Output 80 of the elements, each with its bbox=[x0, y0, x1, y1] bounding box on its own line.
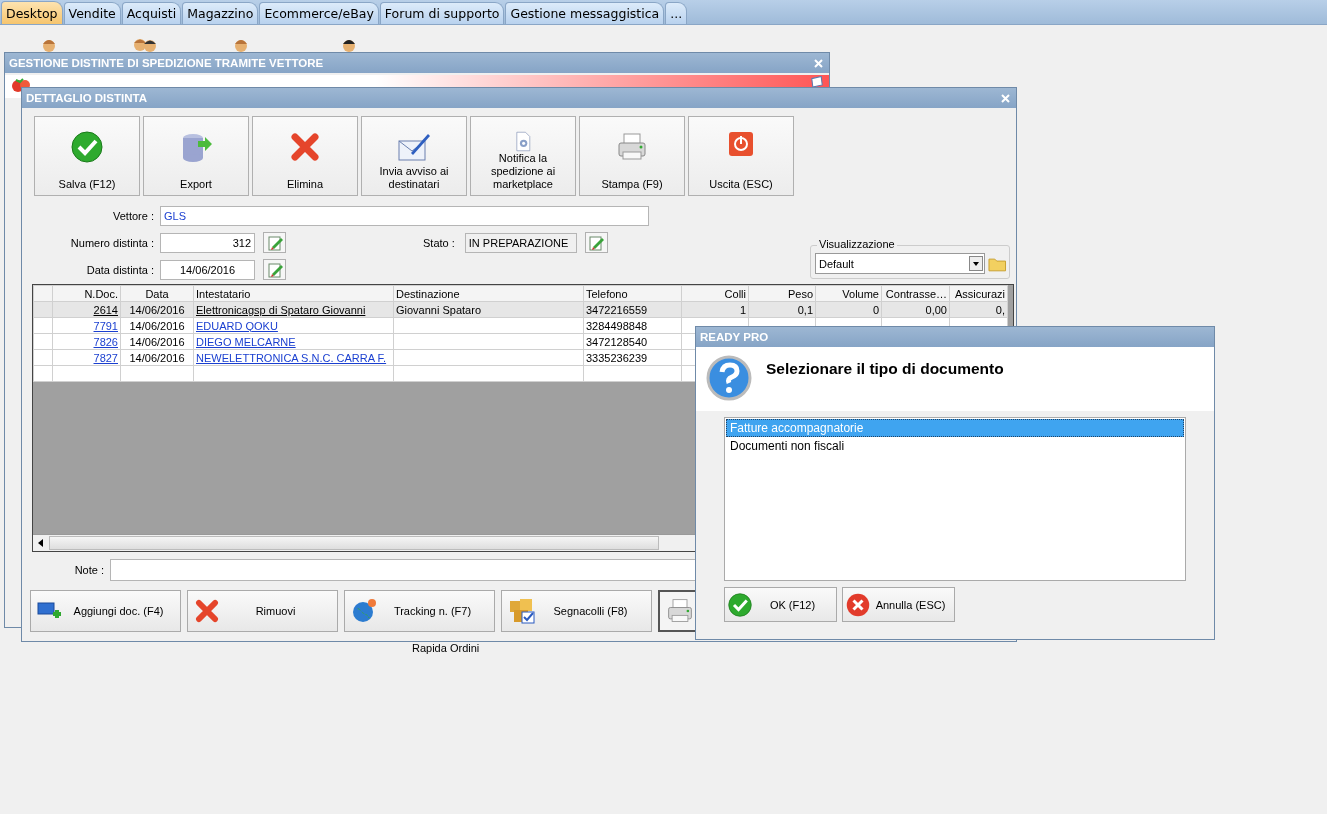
edit-button[interactable] bbox=[263, 232, 286, 253]
group-label: Visualizzazione bbox=[817, 238, 897, 250]
date-field[interactable]: 14/06/2016 bbox=[160, 259, 255, 280]
toolbar-button[interactable]: Uscita (ESC) bbox=[688, 116, 794, 196]
field-label: Numero distinta : bbox=[69, 236, 154, 249]
boxes-check-icon bbox=[508, 597, 536, 625]
action-button[interactable]: Segnacolli (F8) bbox=[501, 590, 652, 632]
tab[interactable]: Forum di supporto bbox=[379, 2, 505, 24]
field-label: Stato : bbox=[423, 236, 455, 249]
window-title: GESTIONE DISTINTE DI SPEDIZIONE TRAMITE VETTORE bbox=[9, 57, 324, 69]
field-label: Note : bbox=[73, 564, 104, 576]
toolbar-button[interactable]: Invia avviso ai destinatari bbox=[361, 116, 467, 196]
database-export-icon bbox=[180, 131, 212, 163]
column-header[interactable]: Volume bbox=[815, 285, 882, 302]
field-label: Data distinta : bbox=[85, 263, 154, 276]
toolbar-button[interactable]: Elimina bbox=[252, 116, 358, 196]
dialog-title: READY PRO bbox=[700, 331, 769, 343]
status-field: IN PREPARAZIONE bbox=[464, 232, 577, 253]
column-header[interactable]: Telefono bbox=[583, 285, 682, 302]
toolbar-button[interactable]: Export bbox=[143, 116, 249, 196]
cross-icon bbox=[289, 131, 321, 163]
tab[interactable]: Gestione messaggistica bbox=[505, 2, 665, 24]
column-header[interactable]: Peso bbox=[748, 285, 816, 302]
table-cell: 14/06/2016 bbox=[120, 317, 194, 334]
tab[interactable]: Magazzino bbox=[182, 2, 259, 24]
number-field[interactable]: 312 bbox=[160, 232, 255, 253]
table-cell: 3472128540 bbox=[583, 333, 682, 350]
icon-label: Rapida Ordini bbox=[412, 642, 480, 654]
edit-button[interactable] bbox=[263, 259, 286, 280]
column-header[interactable]: N.Doc. bbox=[52, 285, 121, 302]
table-cell: 3284498848 bbox=[583, 317, 682, 334]
action-button[interactable]: Rimuovi bbox=[187, 590, 338, 632]
cross-icon bbox=[194, 598, 220, 624]
globe-icon bbox=[351, 598, 377, 624]
table-row[interactable]: 2614 14/06/2016 Elettronicagsp di Spataro Giovanni Giovanni Spataro 3472216559 1 0,1 0 0,00 0, bbox=[33, 301, 1008, 318]
tab[interactable]: ... bbox=[665, 2, 688, 24]
tab[interactable]: Acquisti bbox=[121, 2, 182, 24]
window-title: DETTAGLIO DISTINTA bbox=[26, 92, 147, 104]
close-icon bbox=[814, 58, 823, 68]
scroll-thumb[interactable] bbox=[49, 536, 659, 550]
edit-icon bbox=[266, 261, 283, 278]
tab[interactable]: Desktop bbox=[1, 1, 63, 24]
tab[interactable]: Vendite bbox=[63, 2, 121, 24]
printer-icon bbox=[616, 131, 648, 163]
people-icon bbox=[132, 37, 158, 53]
toolbar-button[interactable]: Notifica la spedizione ai marketplace bbox=[470, 116, 576, 196]
cancel-icon bbox=[846, 592, 870, 617]
toolbar-button[interactable]: Stampa (F9) bbox=[579, 116, 685, 196]
carrier-field[interactable]: GLS bbox=[160, 205, 649, 226]
left-arrow-icon bbox=[38, 539, 44, 547]
tab[interactable]: Ecommerce/eBay bbox=[259, 2, 379, 24]
edit-icon bbox=[266, 234, 283, 251]
view-dropdown[interactable]: Default bbox=[815, 253, 985, 274]
dialog-button[interactable]: Annulla (ESC) bbox=[842, 587, 955, 622]
list-item[interactable]: Documenti non fiscali bbox=[726, 437, 1184, 455]
check-icon bbox=[728, 592, 752, 617]
action-button[interactable]: Aggiungi doc. (F4) bbox=[30, 590, 181, 632]
dialog-button[interactable]: OK (F12) bbox=[724, 587, 837, 622]
column-header[interactable]: Contrasse… bbox=[881, 285, 950, 302]
question-icon bbox=[706, 355, 752, 401]
edit-icon bbox=[588, 234, 605, 251]
table-cell: 3335236239 bbox=[583, 349, 682, 366]
column-header[interactable]: Data bbox=[120, 285, 194, 302]
printer-icon bbox=[666, 597, 694, 625]
envelope-pen-icon bbox=[397, 131, 431, 163]
action-button[interactable]: Tracking n. (F7) bbox=[344, 590, 495, 632]
column-header[interactable]: Intestatario bbox=[193, 285, 394, 302]
column-header[interactable]: Destinazione bbox=[393, 285, 584, 302]
edit-button[interactable] bbox=[584, 232, 608, 253]
field-label: Vettore : bbox=[112, 209, 154, 222]
dialog-heading: Selezionare il tipo di documento bbox=[766, 360, 1004, 379]
caret-icon bbox=[968, 256, 983, 271]
toolbar-button[interactable]: Salva (F12) bbox=[34, 116, 140, 196]
table-cell: 14/06/2016 bbox=[120, 349, 194, 366]
column-header[interactable]: Assicurazi bbox=[949, 285, 1008, 302]
close-icon bbox=[1001, 93, 1010, 103]
table-cell: 14/06/2016 bbox=[120, 333, 194, 350]
column-header[interactable]: Colli bbox=[681, 285, 749, 302]
check-icon bbox=[71, 131, 103, 163]
power-icon bbox=[728, 131, 754, 157]
